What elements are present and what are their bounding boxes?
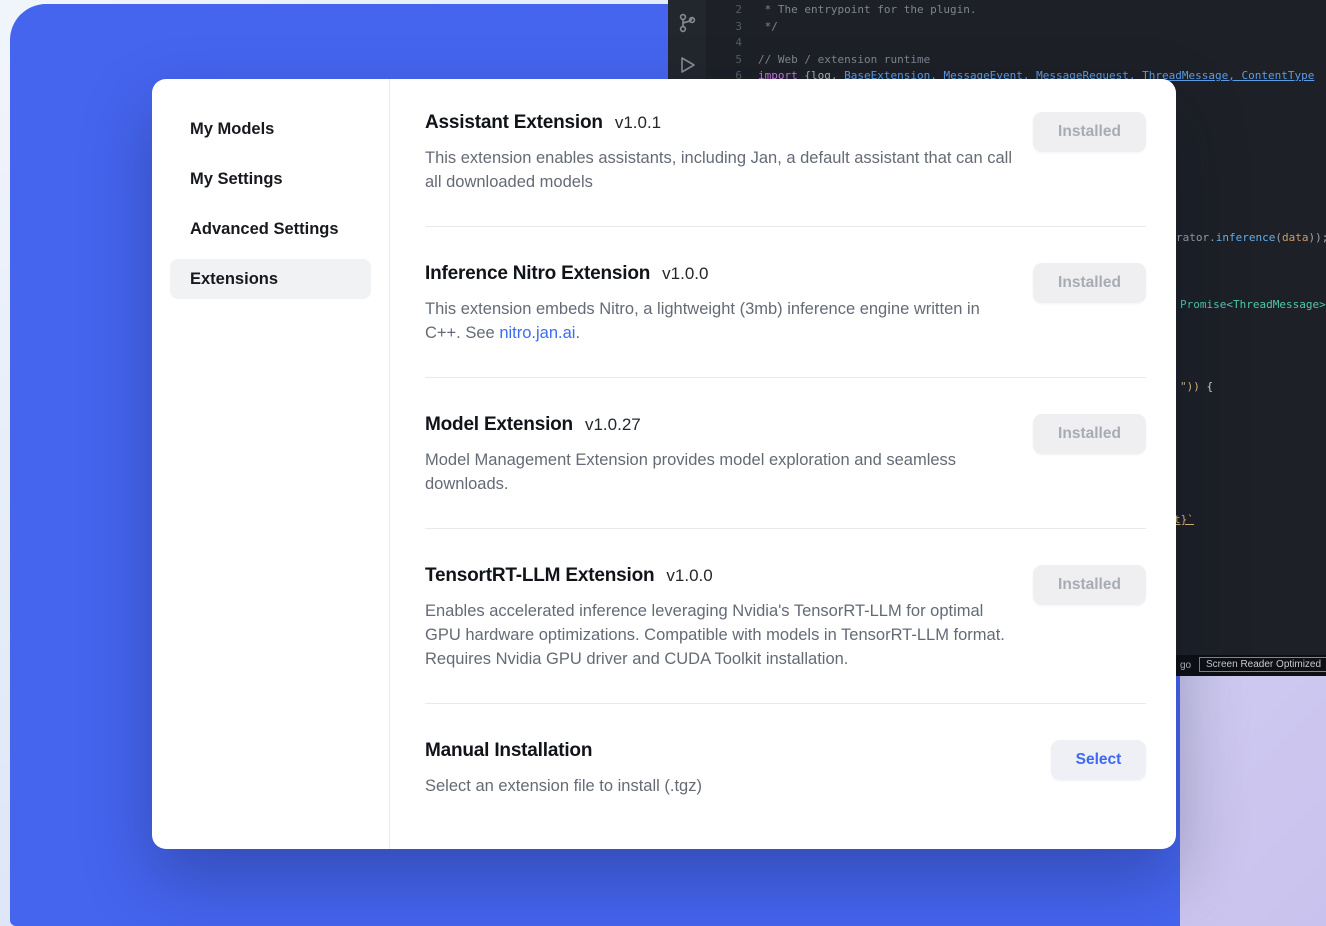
sidebar-item-my-settings[interactable]: My Settings — [170, 159, 371, 199]
run-debug-icon[interactable] — [675, 53, 699, 77]
extension-version: v1.0.27 — [585, 415, 641, 434]
extension-description: This extension embeds Nitro, a lightweig… — [425, 297, 1013, 345]
installed-button[interactable]: Installed — [1033, 263, 1146, 303]
settings-sidebar: My Models My Settings Advanced Settings … — [152, 79, 390, 849]
extension-version: v1.0.0 — [662, 264, 708, 283]
extension-row-tensorrt: TensortRT-LLM Extension v1.0.0 Enables ac… — [425, 529, 1146, 704]
code-text: { — [1207, 380, 1214, 393]
extension-title: Assistant Extension — [425, 112, 603, 133]
extension-description: Model Management Extension provides mode… — [425, 448, 1013, 496]
sidebar-item-my-models[interactable]: My Models — [170, 109, 371, 149]
code-line: 3 */ — [726, 19, 1314, 36]
code-text: * The entrypoint for the plugin. — [758, 3, 977, 16]
screen-reader-chip[interactable]: Screen Reader Optimized — [1199, 657, 1326, 672]
page-background: 2 * The entrypoint for the plugin. 3 */ … — [0, 0, 1326, 926]
extension-title: Model Extension — [425, 414, 573, 435]
extension-title: TensortRT-LLM Extension — [425, 565, 654, 586]
code-text: */ — [758, 20, 778, 33]
code-fragment-call: rator.inference(data)); — [1176, 231, 1326, 244]
installed-button[interactable]: Installed — [1033, 112, 1146, 152]
settings-modal: My Models My Settings Advanced Settings … — [152, 79, 1176, 849]
manual-installation-title: Manual Installation — [425, 740, 592, 761]
code-text: rator. — [1176, 231, 1216, 244]
code-text: ( — [1275, 231, 1282, 244]
code-area: 2 * The entrypoint for the plugin. 3 */ … — [726, 2, 1314, 85]
code-fragment-promise: Promise<ThreadMessage> — [1180, 298, 1326, 311]
nitro-link[interactable]: nitro.jan.ai — [499, 324, 575, 342]
code-fragment-template: t}` — [1174, 513, 1194, 526]
extension-version: v1.0.0 — [666, 566, 712, 585]
status-bar-text: go — [1180, 660, 1191, 671]
line-number: 5 — [726, 52, 742, 69]
code-line: 4 — [726, 35, 1314, 52]
code-text: data — [1282, 231, 1309, 244]
line-number: 2 — [726, 2, 742, 19]
code-text: ")) — [1180, 380, 1207, 393]
extension-version: v1.0.1 — [615, 113, 661, 132]
code-line: 2 * The entrypoint for the plugin. — [726, 2, 1314, 19]
manual-installation-row: Manual Installation Select an extension … — [425, 704, 1146, 830]
extension-title: Inference Nitro Extension — [425, 263, 650, 284]
manual-installation-description: Select an extension file to install (.tg… — [425, 774, 1013, 798]
source-control-icon[interactable] — [675, 11, 699, 35]
code-text: inference — [1216, 231, 1276, 244]
extension-description: Enables accelerated inference leveraging… — [425, 599, 1013, 671]
code-text: )); — [1308, 231, 1326, 244]
code-text: // Web / extension runtime — [758, 53, 930, 66]
installed-button[interactable]: Installed — [1033, 565, 1146, 605]
code-fragment-paren: ")) { — [1180, 380, 1213, 393]
line-number: 3 — [726, 19, 742, 36]
line-number: 4 — [726, 35, 742, 52]
sidebar-item-extensions[interactable]: Extensions — [170, 259, 371, 299]
extension-description: This extension enables assistants, inclu… — [425, 146, 1013, 194]
extension-row-model: Model Extension v1.0.27 Model Management … — [425, 378, 1146, 529]
code-line: 5 // Web / extension runtime — [726, 52, 1314, 69]
select-file-button[interactable]: Select — [1051, 740, 1146, 780]
extensions-list: Assistant Extension v1.0.1 This extension… — [390, 79, 1176, 849]
extension-row-assistant: Assistant Extension v1.0.1 This extension… — [425, 112, 1146, 227]
description-text: . — [575, 324, 580, 342]
sidebar-item-advanced-settings[interactable]: Advanced Settings — [170, 209, 371, 249]
extension-row-nitro: Inference Nitro Extension v1.0.0 This ext… — [425, 227, 1146, 378]
installed-button[interactable]: Installed — [1033, 414, 1146, 454]
